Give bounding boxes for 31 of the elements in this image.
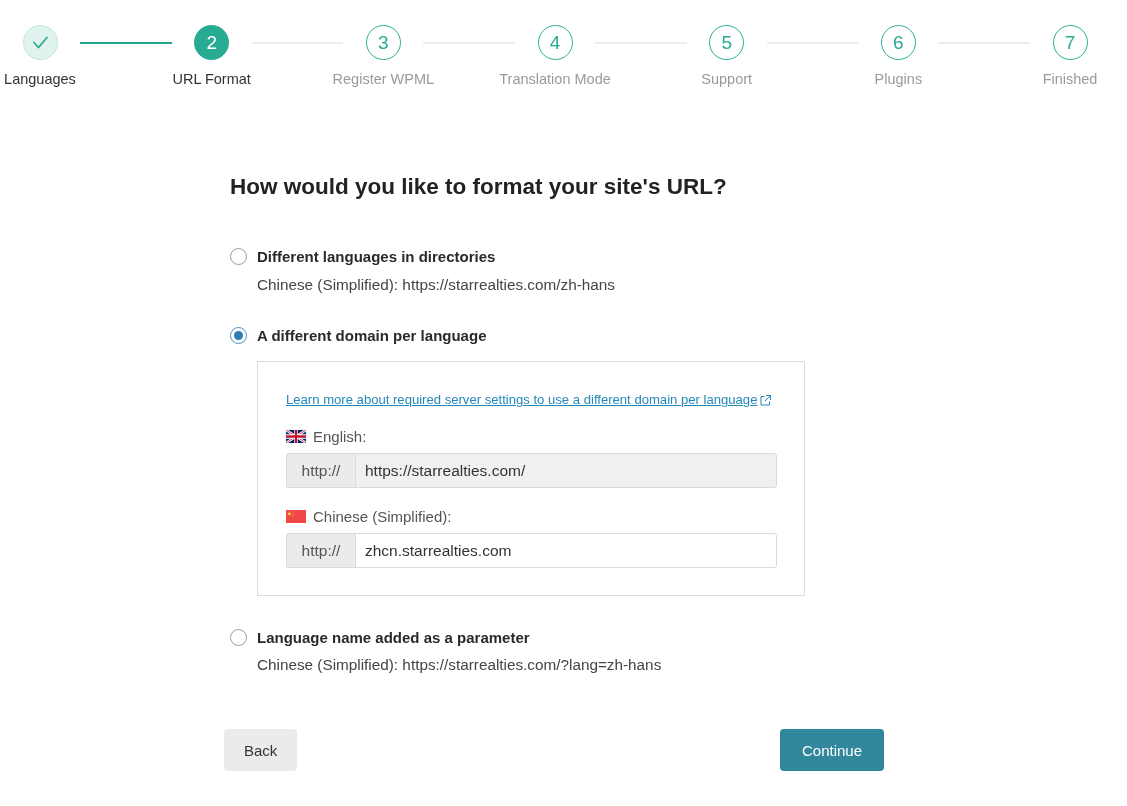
url-example: Chinese (Simplified): https://starrealties.com/zh-hans: [257, 275, 616, 294]
step-label: Support: [701, 70, 753, 89]
continue-button[interactable]: Continue: [779, 729, 884, 771]
external-link-icon: [760, 394, 772, 406]
step-label: Finished: [1042, 70, 1098, 89]
url-prefix: http://: [286, 453, 355, 488]
radio-button[interactable]: [230, 326, 247, 344]
step-label: Languages: [4, 70, 76, 89]
step-number: 6: [880, 25, 916, 60]
url-example: Chinese (Simplified): https://starrealties.com/?lang=zh-hans: [257, 655, 663, 674]
back-button[interactable]: Back: [224, 729, 298, 771]
step-number: 2: [194, 25, 230, 60]
step-label: URL Format: [172, 70, 251, 89]
step-label: Plugins: [874, 70, 923, 89]
step-number: 3: [365, 25, 401, 60]
help-link[interactable]: Learn more about required server settings to use a different domain per language: [286, 391, 772, 409]
step-number: 7: [1052, 25, 1088, 60]
radio-button[interactable]: [230, 628, 247, 646]
option-label: A different domain per language: [257, 326, 487, 344]
step-label: Register WPML: [332, 70, 435, 89]
radio-button[interactable]: [230, 247, 247, 265]
step-label: Translation Mode: [499, 70, 611, 89]
language-label: Chinese (Simplified):: [313, 507, 452, 526]
language-label: English:: [313, 427, 367, 446]
option-label: Different languages in directories: [257, 247, 496, 265]
domain-input[interactable]: zhcn.starrealties.com: [355, 533, 777, 568]
page-heading: How would you like to format your site's URL?: [230, 174, 728, 200]
option-label: Language name added as a parameter: [257, 628, 530, 646]
step-number: 5: [709, 25, 745, 60]
url-prefix: http://: [286, 533, 355, 568]
step-number: 4: [537, 25, 573, 60]
